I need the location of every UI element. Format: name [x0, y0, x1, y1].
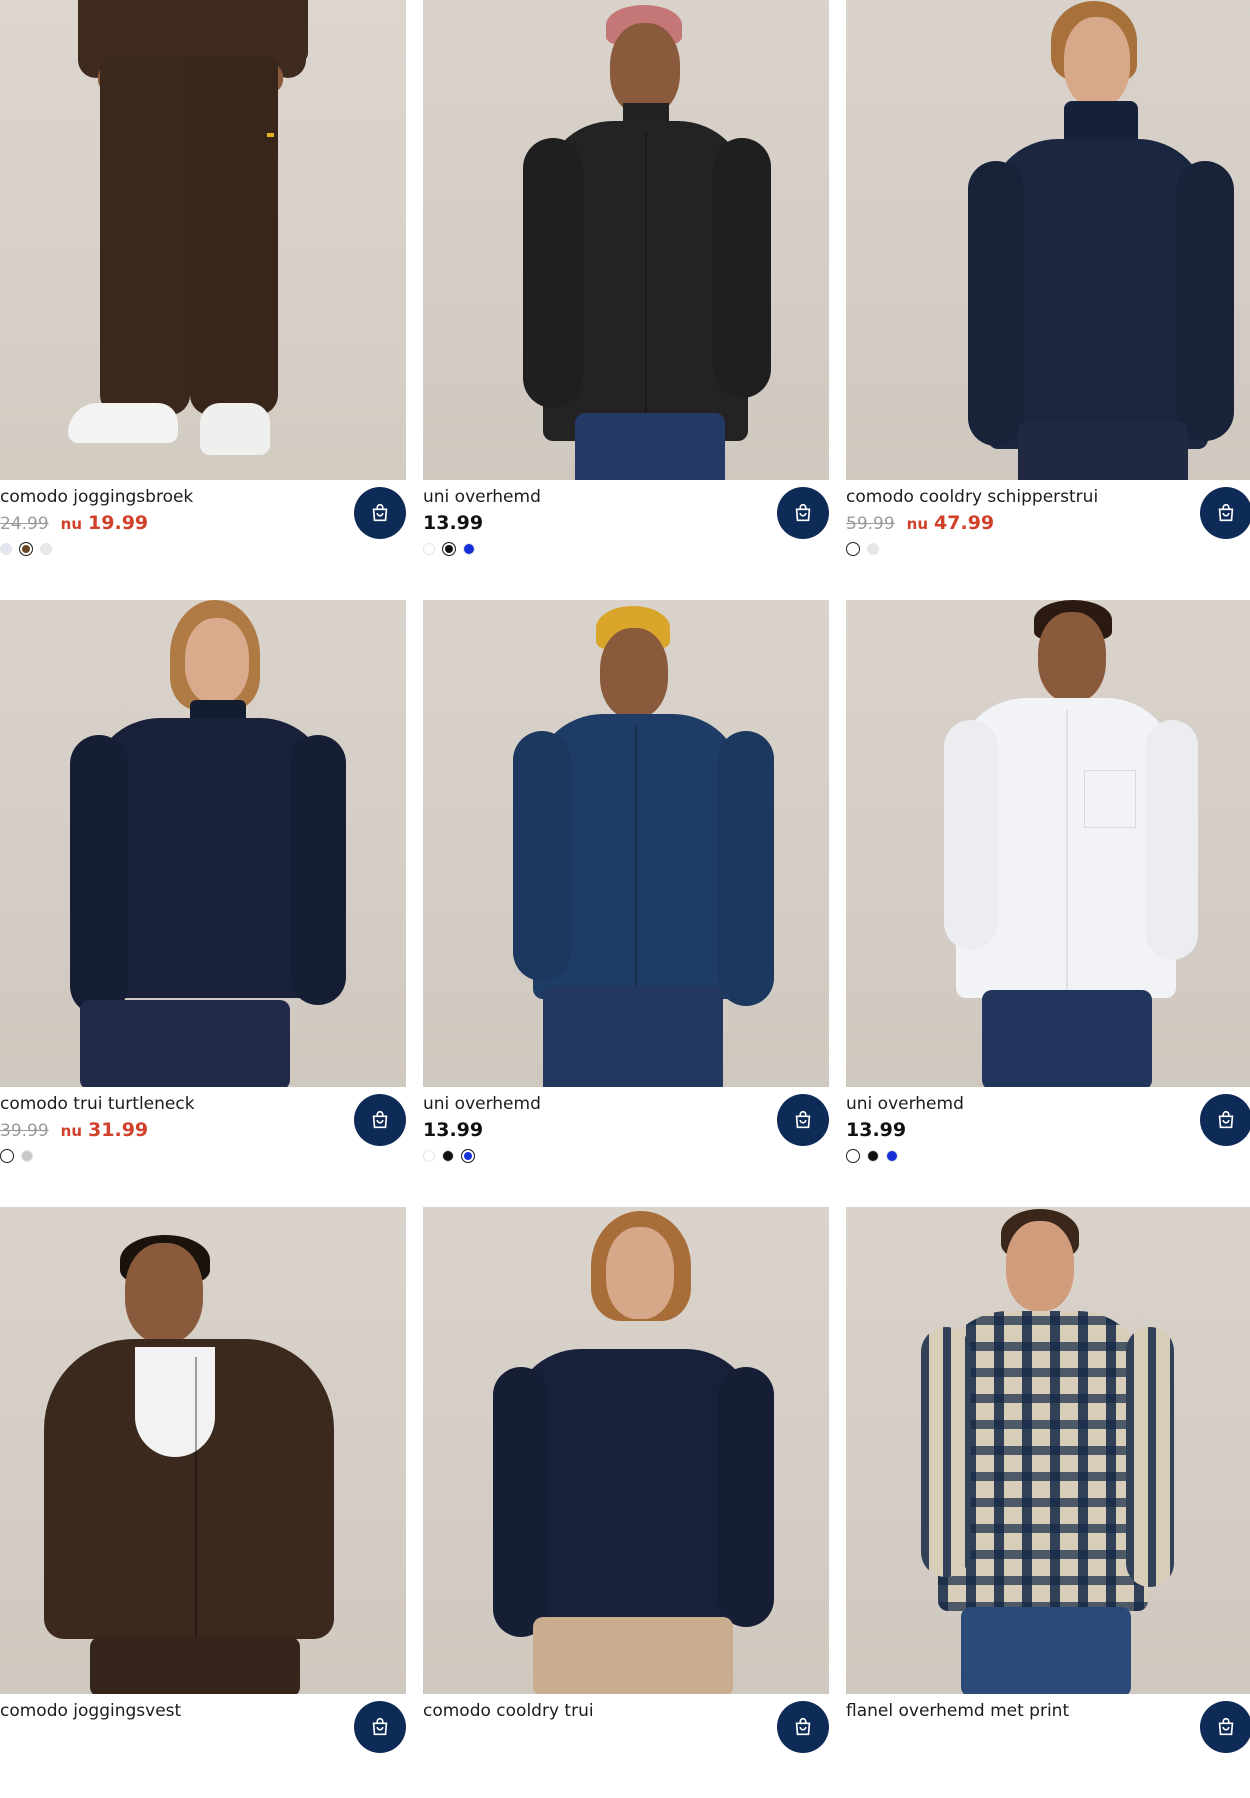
sale-price: 47.99 [934, 512, 995, 534]
product-info: comodo joggingsvest [0, 1694, 406, 1798]
shopping-bag-icon [372, 503, 388, 522]
price-row: 24.99 nu 19.99 [0, 512, 406, 536]
shopping-bag-icon [372, 1110, 388, 1129]
shopping-bag-icon [795, 1717, 811, 1736]
color-swatch[interactable] [21, 1150, 33, 1162]
product-info: uni overhemd 13.99 [423, 1087, 829, 1191]
shopping-bag-icon [372, 1717, 388, 1736]
product-info: uni overhemd 13.99 [423, 480, 829, 584]
add-to-cart-button[interactable] [777, 487, 829, 539]
product-card[interactable]: comodo cooldry trui [423, 1207, 829, 1753]
shopping-bag-icon [795, 503, 811, 522]
product-info: comodo cooldry trui [423, 1694, 829, 1798]
color-swatches [423, 1149, 829, 1163]
product-card[interactable]: uni overhemd 13.99 [423, 0, 829, 591]
shopping-bag-icon [795, 1110, 811, 1129]
add-to-cart-button[interactable] [354, 487, 406, 539]
color-swatch[interactable] [463, 543, 475, 555]
product-name[interactable]: comodo cooldry trui [423, 1700, 763, 1722]
product-card[interactable]: comodo trui turtleneck 39.99 nu 31.99 [0, 600, 406, 1198]
add-to-cart-button[interactable] [1200, 1094, 1250, 1146]
product-name[interactable]: flanel overhemd met print [846, 1700, 1186, 1722]
product-image[interactable] [423, 600, 829, 1087]
color-swatch[interactable] [886, 1150, 898, 1162]
color-swatches [846, 542, 1250, 556]
product-grid: comodo joggingsbroek 24.99 nu 19.99 uni … [0, 0, 1250, 1753]
now-label: nu [906, 515, 929, 533]
add-to-cart-button[interactable] [777, 1094, 829, 1146]
price-row: 13.99 [423, 512, 829, 536]
color-swatch-selected[interactable] [846, 542, 860, 556]
product-name[interactable]: uni overhemd [423, 486, 763, 508]
color-swatch-selected[interactable] [846, 1149, 860, 1163]
add-to-cart-button[interactable] [1200, 1701, 1250, 1753]
color-swatch-selected[interactable] [19, 542, 33, 556]
product-info: comodo joggingsbroek 24.99 nu 19.99 [0, 480, 406, 584]
add-to-cart-button[interactable] [1200, 487, 1250, 539]
product-image[interactable] [0, 600, 406, 1087]
product-card[interactable]: uni overhemd 13.99 [423, 600, 829, 1198]
color-swatch[interactable] [867, 1150, 879, 1162]
price-row: 59.99 nu 47.99 [846, 512, 1250, 536]
product-image[interactable] [0, 0, 406, 480]
sale-price: 31.99 [88, 1119, 149, 1141]
old-price: 39.99 [0, 1121, 49, 1141]
color-swatch[interactable] [40, 543, 52, 555]
product-name[interactable]: comodo joggingsbroek [0, 486, 340, 508]
product-info: flanel overhemd met print [846, 1694, 1250, 1798]
color-swatch-selected[interactable] [461, 1149, 475, 1163]
product-name[interactable]: comodo trui turtleneck [0, 1093, 340, 1115]
color-swatches [0, 1149, 406, 1163]
price: 13.99 [423, 512, 484, 534]
product-card[interactable]: uni overhemd 13.99 [846, 600, 1250, 1198]
product-info: comodo trui turtleneck 39.99 nu 31.99 [0, 1087, 406, 1191]
now-label: nu [60, 515, 83, 533]
shopping-bag-icon [1218, 1110, 1234, 1129]
product-card[interactable]: comodo joggingsvest [0, 1207, 406, 1753]
sale-price: 19.99 [88, 512, 149, 534]
price-row: 39.99 nu 31.99 [0, 1119, 406, 1143]
color-swatch-selected[interactable] [442, 542, 456, 556]
color-swatch[interactable] [867, 543, 879, 555]
add-to-cart-button[interactable] [354, 1701, 406, 1753]
product-card[interactable]: flanel overhemd met print [846, 1207, 1250, 1753]
shopping-bag-icon [1218, 1717, 1234, 1736]
price: 13.99 [846, 1119, 907, 1141]
product-card[interactable]: comodo cooldry schipperstrui 59.99 nu 47… [846, 0, 1250, 591]
product-image[interactable] [846, 600, 1250, 1087]
price-row: 13.99 [423, 1119, 829, 1143]
color-swatch-selected[interactable] [0, 1149, 14, 1163]
add-to-cart-button[interactable] [354, 1094, 406, 1146]
product-image[interactable] [0, 1207, 406, 1694]
product-name[interactable]: uni overhemd [846, 1093, 1186, 1115]
color-swatch[interactable] [0, 543, 12, 555]
product-image[interactable] [846, 1207, 1250, 1694]
price-row: 13.99 [846, 1119, 1250, 1143]
color-swatches [0, 542, 406, 556]
add-to-cart-button[interactable] [777, 1701, 829, 1753]
old-price: 24.99 [0, 514, 49, 534]
shopping-bag-icon [1218, 503, 1234, 522]
product-image[interactable] [846, 0, 1250, 480]
color-swatches [423, 542, 829, 556]
color-swatch[interactable] [423, 1150, 435, 1162]
product-name[interactable]: comodo cooldry schipperstrui [846, 486, 1186, 508]
now-label: nu [60, 1122, 83, 1140]
old-price: 59.99 [846, 514, 895, 534]
product-image[interactable] [423, 0, 829, 480]
product-info: comodo cooldry schipperstrui 59.99 nu 47… [846, 480, 1250, 584]
color-swatch[interactable] [442, 1150, 454, 1162]
product-image[interactable] [423, 1207, 829, 1694]
product-name[interactable]: uni overhemd [423, 1093, 763, 1115]
product-card[interactable]: comodo joggingsbroek 24.99 nu 19.99 [0, 0, 406, 591]
color-swatches [846, 1149, 1250, 1163]
price: 13.99 [423, 1119, 484, 1141]
product-name[interactable]: comodo joggingsvest [0, 1700, 340, 1722]
color-swatch[interactable] [423, 543, 435, 555]
product-info: uni overhemd 13.99 [846, 1087, 1250, 1191]
